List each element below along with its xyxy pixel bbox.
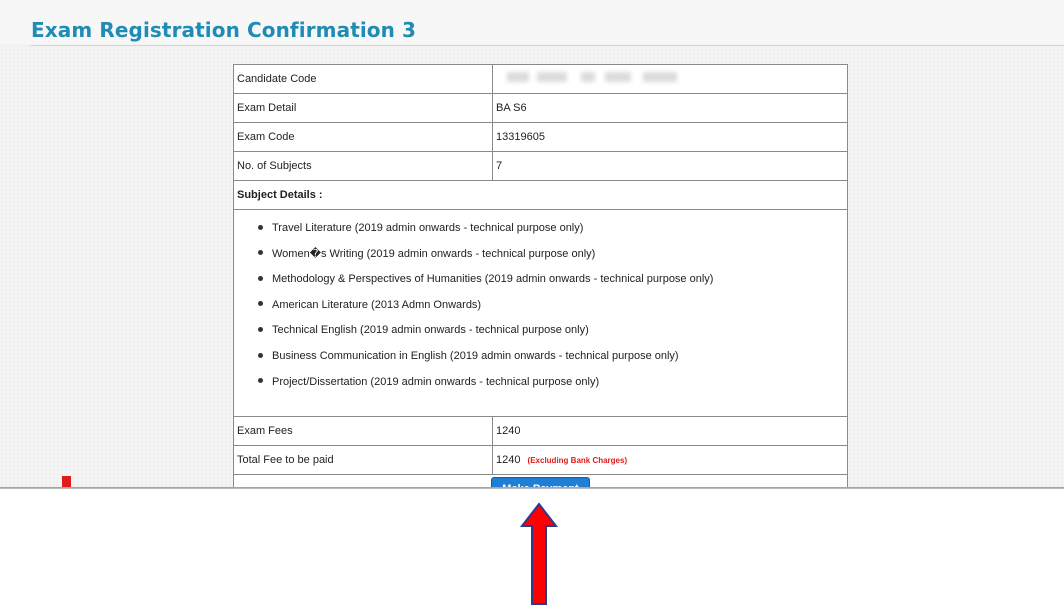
- list-item: Methodology & Perspectives of Humanities…: [258, 267, 847, 293]
- candidate-code-value: [492, 64, 848, 94]
- total-fee-label: Total Fee to be paid: [233, 445, 493, 475]
- exam-detail-label: Exam Detail: [233, 93, 493, 123]
- list-item: Technical English (2019 admin onwards - …: [258, 318, 847, 344]
- subject-name: Travel Literature (2019 admin onwards - …: [272, 222, 584, 234]
- list-item: Women�s Writing (2019 admin onwards - te…: [258, 242, 847, 268]
- exam-fees-value: 1240: [492, 416, 848, 446]
- subject-count-label: No. of Subjects: [233, 151, 493, 181]
- subject-details-heading: Subject Details :: [233, 180, 848, 210]
- exam-code-label: Exam Code: [233, 122, 493, 152]
- total-fee-cell: 1240 (Excluding Bank Charges): [492, 445, 848, 475]
- table-row: Exam Code 13319605: [233, 122, 848, 152]
- screenshot-area: Exam Registration Confirmation 3 Candida…: [0, 0, 1064, 489]
- list-item: Project/Dissertation (2019 admin onwards…: [258, 370, 847, 396]
- list-item: Business Communication in English (2019 …: [258, 344, 847, 370]
- exam-fees-label: Exam Fees: [233, 416, 493, 446]
- subject-name: Technical English (2019 admin onwards - …: [272, 324, 589, 337]
- exam-code-value: 13319605: [492, 122, 848, 152]
- list-item: American Literature (2013 Admn Onwards): [258, 293, 847, 319]
- total-fee-value: 1240: [496, 454, 521, 466]
- arrow-shape: [519, 502, 559, 605]
- up-arrow-icon: [519, 502, 559, 605]
- subject-list-cell: Travel Literature (2019 admin onwards - …: [233, 209, 848, 417]
- table-row: Subject Details :: [233, 180, 848, 210]
- subject-name: Women�s Writing (2019 admin onwards - te…: [272, 247, 596, 260]
- bank-charges-note: (Excluding Bank Charges): [527, 456, 628, 465]
- candidate-code-label: Candidate Code: [233, 64, 493, 94]
- bullet-icon: [258, 378, 263, 384]
- subject-name: Project/Dissertation (2019 admin onwards…: [272, 375, 600, 388]
- table-row: Candidate Code: [233, 64, 848, 94]
- screenshot-bottom-edge: [0, 487, 1064, 489]
- table-row: Total Fee to be paid 1240 (Excluding Ban…: [233, 445, 848, 475]
- redaction-block: [581, 72, 595, 82]
- bullet-icon: [258, 352, 263, 358]
- subject-name: Methodology & Perspectives of Humanities…: [272, 273, 714, 286]
- bullet-icon: [258, 275, 263, 281]
- page-title: Exam Registration Confirmation 3: [31, 18, 417, 42]
- redaction-block: [605, 72, 631, 82]
- exam-detail-value: BA S6: [492, 93, 848, 123]
- subject-list: Travel Literature (2019 admin onwards - …: [234, 210, 847, 395]
- redaction-block: [537, 72, 567, 82]
- redaction-block: [643, 72, 677, 82]
- table-row: Exam Fees 1240: [233, 416, 848, 446]
- subject-name: Business Communication in English (2019 …: [272, 349, 679, 362]
- table-row: Exam Detail BA S6: [233, 93, 848, 123]
- list-item: Travel Literature (2019 admin onwards - …: [258, 216, 847, 242]
- bullet-icon: [258, 250, 263, 256]
- subject-name: American Literature (2013 Admn Onwards): [272, 298, 482, 311]
- registration-table: Candidate Code Exam Detail BA S6 Exam Co…: [233, 64, 848, 489]
- page: Exam Registration Confirmation 3 Candida…: [0, 0, 1064, 609]
- title-divider: [31, 45, 1064, 46]
- bullet-icon: [258, 326, 263, 332]
- table-row: No. of Subjects 7: [233, 151, 848, 181]
- bullet-icon: [258, 224, 263, 230]
- subject-count-value: 7: [492, 151, 848, 181]
- table-row: Travel Literature (2019 admin onwards - …: [233, 209, 848, 417]
- redaction-block: [507, 72, 529, 82]
- bullet-icon: [258, 301, 263, 307]
